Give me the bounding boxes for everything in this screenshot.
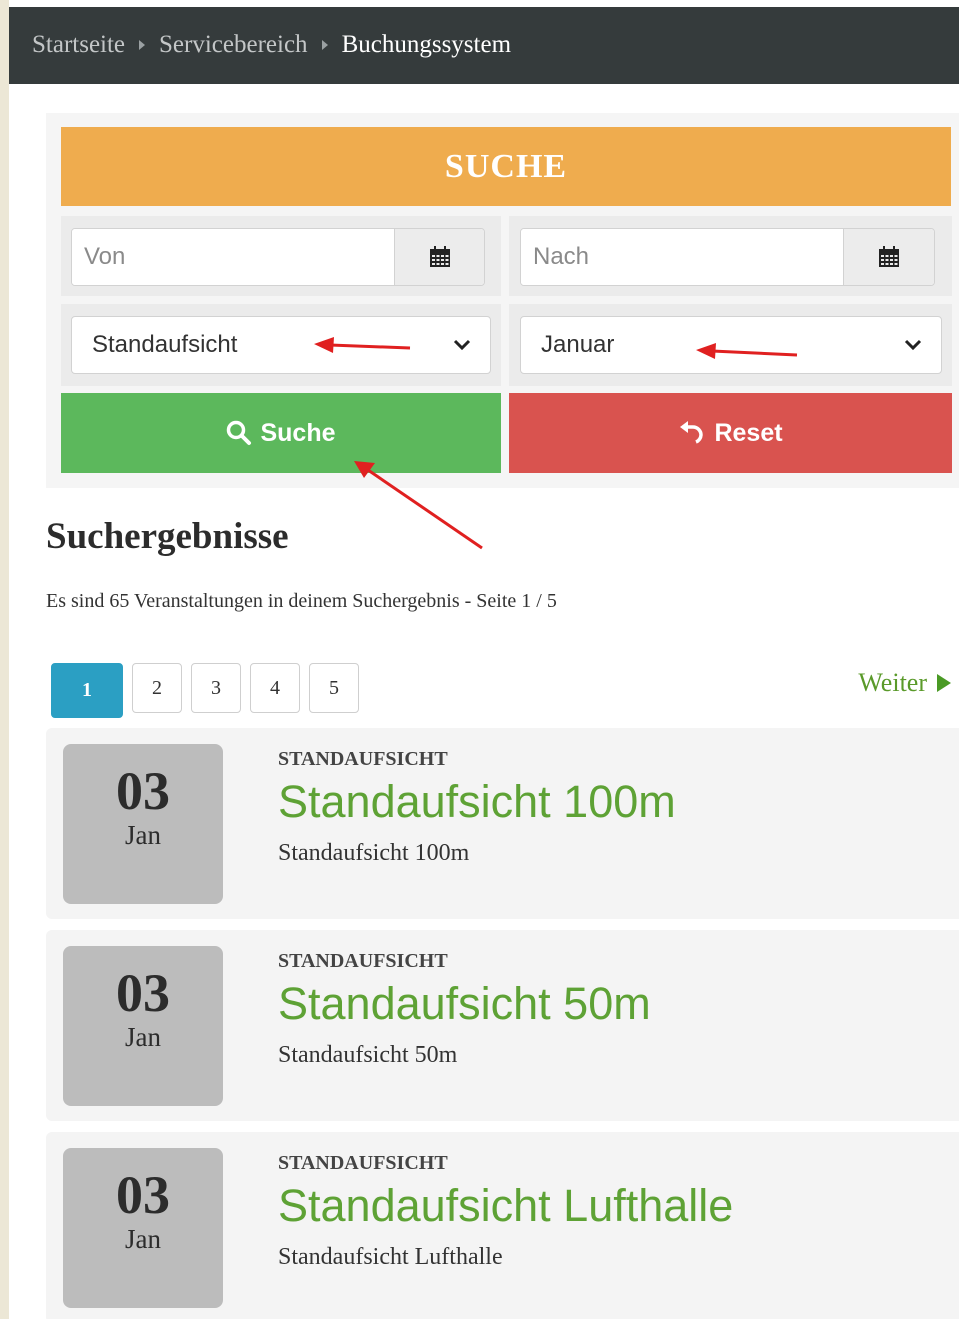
event-month: Jan: [125, 1022, 161, 1052]
undo-icon: [680, 421, 704, 444]
event-category: STANDAUFSICHT: [278, 748, 448, 770]
breadcrumb-current: Buchungssystem: [341, 30, 512, 58]
event-month: Jan: [125, 820, 161, 850]
chevron-down-icon: [453, 339, 471, 351]
event-card[interactable]: 03 Jan STANDAUFSICHT Standaufsicht 50m S…: [46, 930, 959, 1121]
category-select-value: Standaufsicht: [92, 331, 238, 358]
event-subtitle: Standaufsicht 50m: [278, 1042, 458, 1068]
breadcrumb-home-link[interactable]: Startseite: [32, 31, 125, 59]
next-page-link[interactable]: Weiter: [858, 668, 951, 698]
page-button-3[interactable]: 3: [191, 663, 241, 713]
breadcrumb-service-link[interactable]: Servicebereich: [159, 31, 308, 59]
event-card[interactable]: 03 Jan STANDAUFSICHT Standaufsicht Lufth…: [46, 1132, 959, 1319]
play-arrow-icon: [937, 674, 951, 692]
to-calendar-button[interactable]: [843, 229, 934, 285]
from-date-input[interactable]: [72, 229, 394, 285]
page-button-5[interactable]: 5: [309, 663, 359, 713]
event-title-link[interactable]: Standaufsicht 100m: [278, 776, 676, 828]
reset-button-label: Reset: [714, 418, 783, 447]
calendar-icon: [429, 246, 450, 267]
search-header: SUCHE: [61, 127, 951, 206]
from-calendar-button[interactable]: [394, 229, 484, 285]
from-date-group: [71, 228, 485, 286]
search-button-label: Suche: [260, 418, 336, 447]
search-button[interactable]: Suche: [61, 393, 501, 473]
event-month: Jan: [125, 1224, 161, 1254]
event-card[interactable]: 03 Jan STANDAUFSICHT Standaufsicht 100m …: [46, 728, 959, 919]
event-title-link[interactable]: Standaufsicht 50m: [278, 978, 651, 1030]
chevron-down-icon: [904, 339, 922, 351]
results-title: Suchergebnisse: [46, 516, 289, 557]
event-subtitle: Standaufsicht 100m: [278, 840, 470, 866]
event-day: 03: [116, 963, 170, 1023]
page-button-4[interactable]: 4: [250, 663, 300, 713]
event-day: 03: [116, 1165, 170, 1225]
breadcrumb-separator-icon: [139, 39, 146, 50]
page-left-border: [0, 0, 9, 1319]
event-day: 03: [116, 761, 170, 821]
event-date-box: 03 Jan: [63, 946, 223, 1106]
event-date-box: 03 Jan: [63, 744, 223, 904]
category-select[interactable]: Standaufsicht: [71, 316, 491, 374]
breadcrumb-separator-icon: [321, 39, 328, 50]
pagination: 1 2 3 4 5: [51, 663, 359, 718]
event-category: STANDAUFSICHT: [278, 950, 448, 972]
month-select-value: Januar: [541, 331, 615, 358]
reset-button[interactable]: Reset: [509, 393, 952, 473]
page-button-2[interactable]: 2: [132, 663, 182, 713]
event-title-link[interactable]: Standaufsicht Lufthalle: [278, 1180, 733, 1232]
to-date-input[interactable]: [521, 229, 843, 285]
calendar-icon: [879, 246, 899, 267]
to-date-group: [520, 228, 935, 286]
event-category: STANDAUFSICHT: [278, 1152, 448, 1174]
event-subtitle: Standaufsicht Lufthalle: [278, 1244, 503, 1270]
page-button-1[interactable]: 1: [51, 663, 123, 718]
next-page-label: Weiter: [858, 668, 927, 697]
search-header-title: SUCHE: [444, 147, 568, 185]
breadcrumb: Startseite Servicebereich Buchungssystem: [9, 7, 959, 84]
results-summary: Es sind 65 Veranstaltungen in deinem Suc…: [46, 590, 557, 612]
month-select[interactable]: Januar: [520, 316, 942, 374]
magnifier-icon: [227, 420, 252, 445]
event-date-box: 03 Jan: [63, 1148, 223, 1308]
